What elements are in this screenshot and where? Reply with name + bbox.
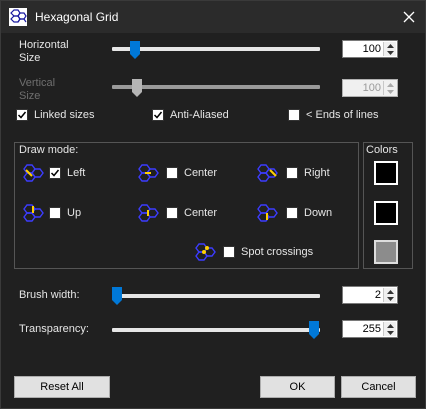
hex-left-icon — [23, 164, 44, 182]
ends-of-lines-checkbox[interactable] — [288, 109, 300, 121]
spin-up-button[interactable] — [383, 42, 396, 49]
draw-mode-center-checkbox[interactable] — [166, 167, 178, 179]
transparency-value: 255 — [362, 323, 381, 335]
brush-width-slider-thumb[interactable] — [112, 287, 122, 305]
draw-mode-right-label: Right — [304, 167, 330, 179]
ends-of-lines-label: < Ends of lines — [306, 109, 379, 121]
draw-mode-up-label: Up — [67, 207, 82, 219]
brush-width-spinbox[interactable]: 2 — [342, 286, 398, 304]
color-swatch-2[interactable] — [374, 201, 398, 225]
cancel-button[interactable]: Cancel — [341, 376, 416, 398]
checkmark-icon — [17, 111, 27, 119]
horizontal-size-value: 100 — [362, 43, 381, 55]
brush-width-value: 2 — [374, 289, 381, 301]
transparency-slider-thumb[interactable] — [309, 321, 319, 339]
draw-mode-center-vertical-label: Center — [184, 207, 218, 219]
horizontal-size-label: Horizontal Size — [19, 39, 69, 64]
hex-center-icon — [138, 164, 159, 182]
chevron-down-icon — [386, 296, 394, 301]
spot-crossings-checkbox[interactable] — [223, 246, 235, 258]
vertical-size-spinbox: 100 — [342, 79, 398, 97]
spin-down-button[interactable] — [383, 295, 396, 302]
hex-down-icon — [257, 204, 278, 222]
transparency-spinbox[interactable]: 255 — [342, 320, 398, 338]
vertical-size-slider-track — [112, 85, 320, 89]
spin-up-button[interactable] — [383, 322, 396, 329]
hex-right-icon — [257, 164, 278, 182]
hex-up-icon — [23, 204, 44, 222]
chevron-up-icon — [386, 289, 394, 294]
spin-down-button[interactable] — [383, 329, 396, 336]
draw-mode-center-vertical-checkbox[interactable] — [166, 207, 178, 219]
linked-sizes-checkbox[interactable] — [16, 109, 28, 121]
chevron-up-icon — [386, 82, 394, 87]
checkmark-icon — [50, 169, 60, 177]
draw-mode-left-checkbox[interactable] — [49, 167, 61, 179]
chevron-down-icon — [386, 50, 394, 55]
hex-grid-app-icon — [9, 8, 27, 26]
close-icon — [403, 11, 415, 23]
vertical-size-value: 100 — [362, 82, 381, 94]
draw-mode-right-checkbox[interactable] — [286, 167, 298, 179]
title-bar: Hexagonal Grid — [1, 1, 425, 33]
vertical-size-slider-thumb — [132, 79, 142, 97]
draw-mode-center-label: Center — [184, 167, 218, 179]
checkmark-icon — [153, 111, 163, 119]
linked-sizes-label: Linked sizes — [34, 109, 95, 121]
chevron-down-icon — [386, 89, 394, 94]
transparency-label: Transparency: — [19, 323, 89, 335]
dialog-window: Hexagonal Grid Horizontal Size 100 Verti… — [0, 0, 426, 409]
horizontal-size-slider-track[interactable] — [112, 47, 320, 51]
color-swatch-1[interactable] — [374, 161, 398, 185]
reset-all-button[interactable]: Reset All — [14, 376, 110, 398]
draw-mode-down-checkbox[interactable] — [286, 207, 298, 219]
horizontal-size-slider-thumb[interactable] — [130, 41, 140, 59]
spin-up-button — [383, 81, 396, 88]
spot-crossings-label: Spot crossings — [241, 246, 314, 258]
chevron-up-icon — [386, 43, 394, 48]
spin-up-button[interactable] — [383, 288, 396, 295]
spin-down-button[interactable] — [383, 49, 396, 56]
transparency-slider-track[interactable] — [112, 328, 320, 332]
colors-title: Colors — [366, 144, 398, 156]
vertical-size-label: Vertical Size — [19, 77, 56, 102]
ok-button[interactable]: OK — [260, 376, 335, 398]
chevron-down-icon — [386, 330, 394, 335]
hex-center-vertical-icon — [138, 204, 159, 222]
horizontal-size-spinbox[interactable]: 100 — [342, 40, 398, 58]
draw-mode-left-label: Left — [67, 167, 86, 179]
draw-mode-down-label: Down — [304, 207, 333, 219]
anti-aliased-label: Anti-Aliased — [170, 109, 229, 121]
spin-down-button — [383, 88, 396, 95]
brush-width-slider-track[interactable] — [112, 294, 320, 298]
color-swatch-3[interactable] — [374, 240, 398, 264]
anti-aliased-checkbox[interactable] — [152, 109, 164, 121]
draw-mode-title: Draw mode: — [19, 144, 79, 156]
close-button[interactable] — [393, 1, 425, 33]
brush-width-label: Brush width: — [19, 289, 80, 301]
window-title: Hexagonal Grid — [35, 10, 119, 24]
hex-spot-crossings-icon — [195, 243, 216, 261]
chevron-up-icon — [386, 323, 394, 328]
draw-mode-up-checkbox[interactable] — [49, 207, 61, 219]
